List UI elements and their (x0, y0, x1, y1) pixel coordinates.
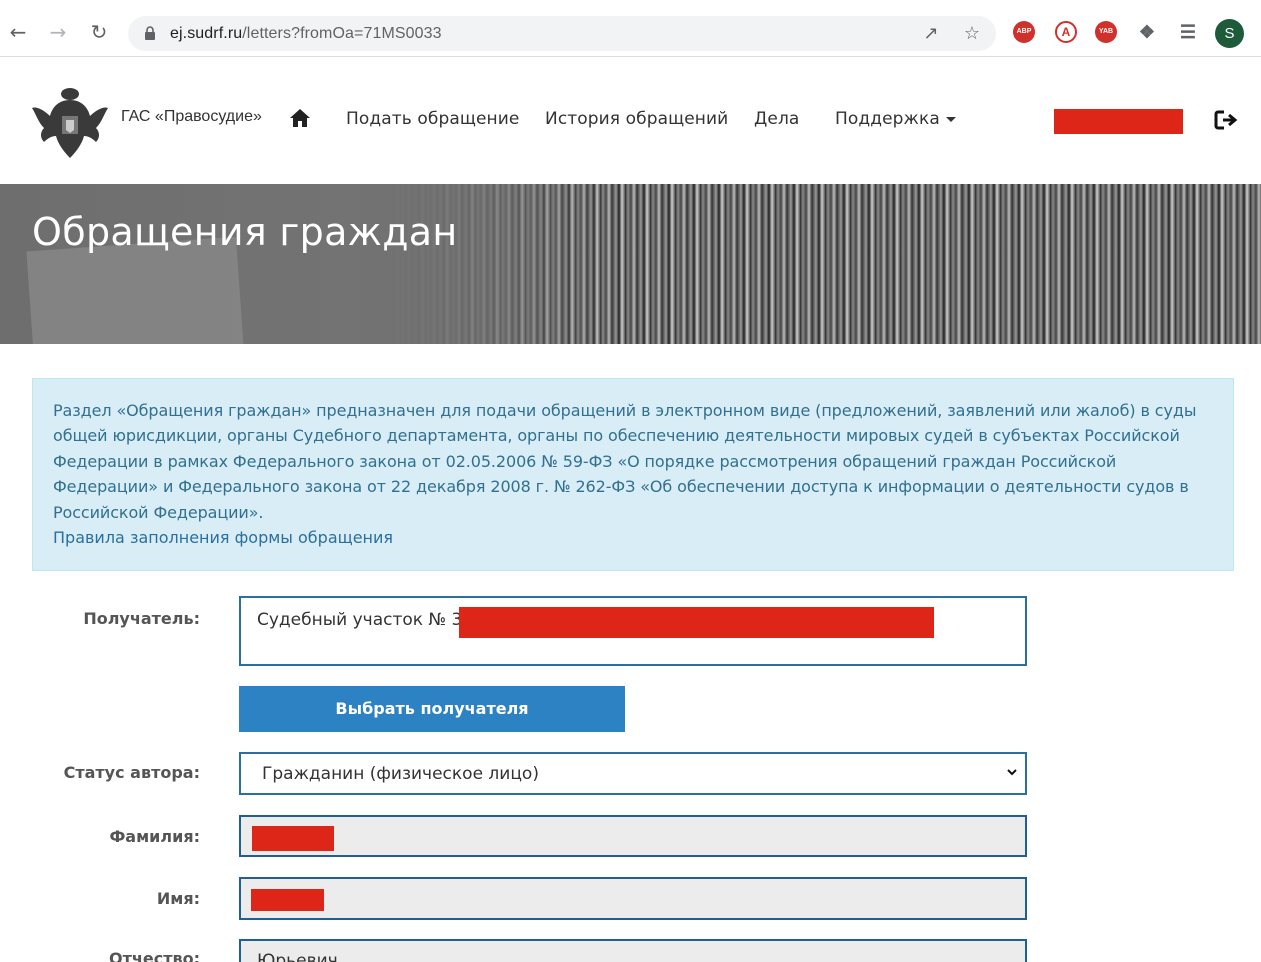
share-icon[interactable]: ↗ (920, 23, 942, 45)
brand-name[interactable]: ГАС «Правосудие» (121, 108, 262, 126)
name-input[interactable] (239, 877, 1027, 920)
bookmark-star-icon[interactable]: ☆ (961, 23, 983, 45)
redacted-surname (252, 826, 334, 851)
menu-cases[interactable]: Дела (754, 109, 799, 129)
info-text: Раздел «Обращения граждан» предназначен … (53, 401, 1197, 522)
patronymic-value: Юрьевич (257, 951, 338, 962)
extension-a-icon[interactable]: A (1055, 21, 1077, 43)
browser-toolbar: ← → ↻ ej.sudrf.ru/letters?fromOa=71MS003… (0, 0, 1261, 57)
media-control-icon[interactable]: ☰ (1177, 21, 1199, 43)
recipient-value: Судебный участок № 33 (257, 610, 474, 630)
patronymic-label: Отчество: (109, 949, 200, 962)
home-icon[interactable] (289, 107, 311, 129)
url-path: /letters?fromOa=71MS0033 (242, 25, 442, 42)
surname-input[interactable] (239, 815, 1027, 857)
patronymic-input[interactable]: Юрьевич (239, 939, 1027, 962)
redacted-recipient-name (459, 607, 934, 638)
menu-appeal-history[interactable]: История обращений (545, 109, 728, 129)
recipient-field[interactable]: Судебный участок № 33 (239, 596, 1027, 666)
logout-icon[interactable] (1214, 109, 1238, 131)
page-banner: Обращения граждан (0, 184, 1261, 344)
menu-support-label: Поддержка (835, 109, 940, 129)
lock-icon[interactable] (144, 26, 156, 40)
adblock-extension-icon[interactable]: ABP (1013, 21, 1035, 43)
menu-submit-appeal[interactable]: Подать обращение (346, 109, 519, 129)
form-rules-link[interactable]: Правила заполнения формы обращения (53, 525, 1213, 550)
extensions-puzzle-icon[interactable]: ❖ (1136, 21, 1158, 43)
name-label: Имя: (156, 889, 200, 908)
page-title: Обращения граждан (32, 210, 458, 254)
author-status-select[interactable]: Гражданин (физическое лицо) (239, 752, 1027, 795)
reload-icon[interactable]: ↻ (85, 18, 113, 46)
redacted-username[interactable] (1054, 109, 1183, 134)
chevron-down-icon (945, 116, 956, 122)
back-arrow-icon[interactable]: ← (4, 18, 32, 46)
forward-arrow-icon[interactable]: → (44, 18, 72, 46)
profile-avatar[interactable]: S (1215, 19, 1244, 48)
redacted-name (251, 889, 324, 911)
coat-of-arms-logo[interactable] (30, 82, 110, 160)
author-status-label: Статус автора: (63, 763, 200, 782)
choose-recipient-button[interactable]: Выбрать получателя (239, 686, 625, 732)
recipient-label: Получатель: (83, 609, 200, 628)
url-host: ej.sudrf.ru (170, 25, 243, 42)
info-alert: Раздел «Обращения граждан» предназначен … (32, 378, 1234, 571)
site-header: ГАС «Правосудие» Подать обращение Истори… (0, 57, 1261, 184)
chevron-down-icon (1007, 769, 1017, 776)
address-bar[interactable]: ej.sudrf.ru/letters?fromOa=71MS0033 ↗ ☆ (128, 16, 996, 51)
author-status-value: Гражданин (физическое лицо) (262, 764, 539, 784)
menu-support[interactable]: Поддержка (835, 109, 956, 129)
yab-extension-icon[interactable]: YAB (1095, 21, 1117, 43)
url-text[interactable]: ej.sudrf.ru/letters?fromOa=71MS0033 (170, 16, 442, 51)
surname-label: Фамилия: (109, 827, 200, 846)
